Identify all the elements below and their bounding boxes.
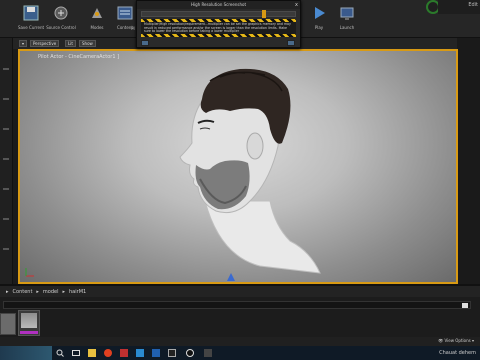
- asset-type-bar: [20, 331, 38, 334]
- folder-icon[interactable]: [0, 313, 16, 335]
- warning-text: Multiplier/High resolution/requirement..…: [144, 22, 291, 34]
- breadcrumb-content[interactable]: Content: [13, 289, 33, 295]
- app-icon[interactable]: [152, 349, 160, 357]
- axis-gizmo-icon: [25, 268, 34, 277]
- app-icon[interactable]: [168, 349, 176, 357]
- unreal-engine-icon[interactable]: [186, 349, 194, 357]
- filter-icon[interactable]: [462, 303, 468, 308]
- modes-icon: [87, 4, 107, 22]
- panel-handle[interactable]: [3, 158, 9, 160]
- panel-handle[interactable]: [3, 218, 9, 220]
- panel-handle[interactable]: [3, 68, 9, 70]
- content-browser: ▸ Content ▸ model ▸ hairM1 👁 View Option…: [0, 284, 480, 346]
- top-right-panel: Edit: [438, 0, 480, 14]
- source-control-button[interactable]: Source Control: [46, 2, 76, 36]
- breadcrumb: ▸ Content ▸ model ▸ hairM1: [0, 286, 480, 297]
- hazard-stripe-bottom: [141, 34, 296, 37]
- asset-search-bar[interactable]: [3, 301, 471, 309]
- breadcrumb-hairm1[interactable]: hairM1: [69, 289, 86, 295]
- panel-handle[interactable]: [3, 188, 9, 190]
- left-side-panel: [0, 38, 13, 284]
- show-button[interactable]: Show: [79, 40, 96, 47]
- breadcrumb-model[interactable]: model: [43, 289, 59, 295]
- perspective-button[interactable]: Perspective: [30, 40, 60, 47]
- slider-handle[interactable]: [262, 10, 266, 18]
- breadcrumb-separator: ▸: [62, 288, 66, 295]
- folder-nav-icon[interactable]: ▸: [6, 289, 9, 295]
- panel-handle[interactable]: [3, 248, 9, 250]
- windows-taskbar: Chauat dehem: [0, 346, 480, 360]
- dialog-title: High Resolution Screenshot: [137, 1, 300, 9]
- multiplier-slider[interactable]: [141, 10, 296, 18]
- taskbar-wallpaper-thumbnail[interactable]: [0, 346, 52, 360]
- system-tray-text[interactable]: Chauat dehem: [439, 350, 476, 356]
- save-current-button[interactable]: Save Current: [16, 2, 46, 36]
- dialog-settings-icon[interactable]: [141, 40, 149, 46]
- view-options-button[interactable]: 👁 View Options ▾: [438, 338, 474, 343]
- task-view-icon[interactable]: [72, 349, 80, 357]
- head-model-render: [179, 68, 321, 281]
- pilot-camera-frame[interactable]: Pilot Actor - CineCameraActor1 ]: [18, 49, 458, 284]
- unreal-editor-window: Save Current Source Control Modes Conten…: [0, 0, 480, 360]
- breadcrumb-separator: ▸: [36, 288, 39, 295]
- pivot-gizmo[interactable]: [227, 273, 235, 281]
- capture-icon[interactable]: [287, 40, 295, 46]
- level-viewport[interactable]: ▾ Perspective Lit Show Pilot Actor - Cin…: [13, 38, 458, 284]
- chrome-icon[interactable]: [104, 349, 112, 357]
- lit-button[interactable]: Lit: [65, 40, 76, 47]
- content-browser-status-bar: 👁 View Options ▾: [0, 337, 480, 346]
- asset-preview: [21, 313, 37, 328]
- source-control-icon: [51, 4, 71, 22]
- app-icon[interactable]: [204, 349, 212, 357]
- launch-icon: [337, 4, 357, 22]
- warning-banner: Multiplier/High resolution/requirement..…: [141, 19, 296, 37]
- viewport-menu-button[interactable]: ▾: [19, 40, 27, 47]
- search-icon[interactable]: [56, 349, 64, 357]
- save-icon: [21, 4, 41, 22]
- file-explorer-icon[interactable]: [88, 349, 96, 357]
- panel-handle[interactable]: [3, 98, 9, 100]
- edit-menu[interactable]: Edit: [468, 2, 478, 8]
- high-resolution-screenshot-dialog: High Resolution Screenshot x Multiplier/…: [136, 0, 301, 48]
- asset-thumbnail[interactable]: [18, 310, 40, 336]
- play-button[interactable]: Play: [304, 2, 334, 36]
- launch-button[interactable]: Launch: [332, 2, 362, 36]
- photoshop-icon[interactable]: [136, 349, 144, 357]
- panel-handle[interactable]: [3, 128, 9, 130]
- play-icon: [309, 4, 329, 22]
- view-options-label: View Options: [444, 338, 471, 343]
- modes-button[interactable]: Modes: [82, 2, 112, 36]
- close-icon[interactable]: x: [295, 1, 298, 9]
- app-icon[interactable]: [120, 349, 128, 357]
